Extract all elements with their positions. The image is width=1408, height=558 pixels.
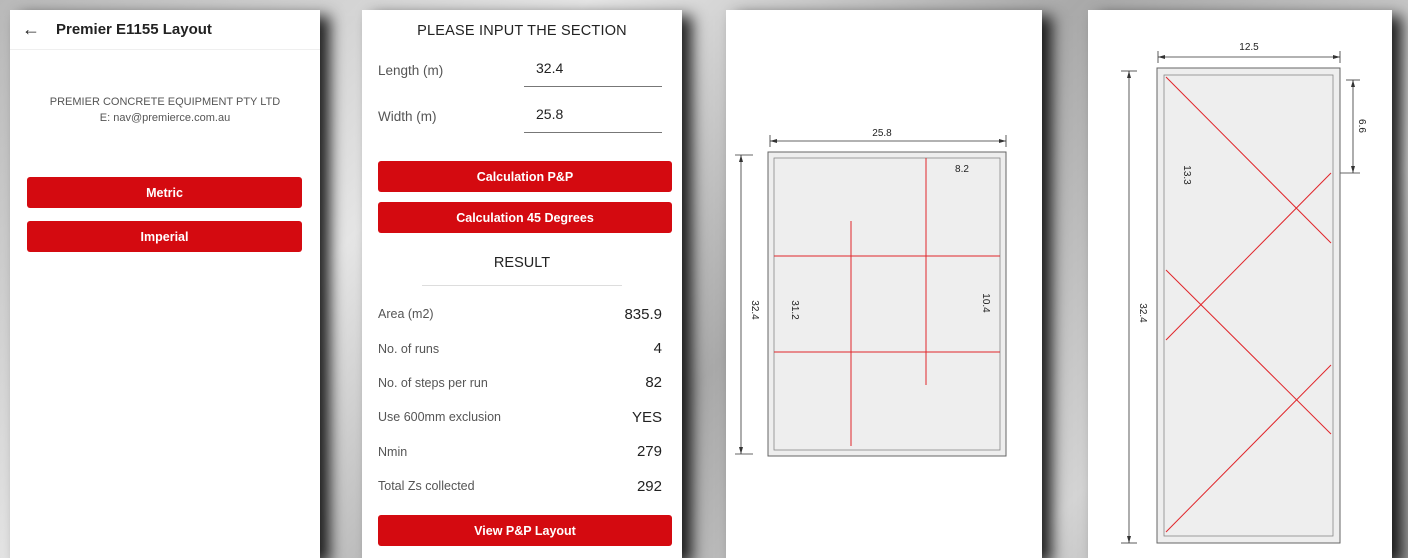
result-label: No. of runs xyxy=(378,341,440,356)
result-divider xyxy=(422,285,622,286)
metric-button[interactable]: Metric xyxy=(27,177,302,208)
result-value: 4 xyxy=(653,340,662,358)
result-row: Total Zs collected 292 xyxy=(378,469,662,503)
diagonal-layout-screen: 12.5 32.4 13.3 6.6 xyxy=(1088,10,1392,558)
diagonal-layout-drawing: 12.5 32.4 13.3 6.6 xyxy=(1121,42,1367,544)
step-dimension: 8.2 xyxy=(955,164,969,175)
result-value: 835.9 xyxy=(624,305,662,323)
imperial-button[interactable]: Imperial xyxy=(27,221,302,252)
run-spacing-dimension: 10.4 xyxy=(980,293,991,313)
result-row: Nmin 279 xyxy=(378,435,662,469)
width-row: Width (m) xyxy=(362,87,682,133)
length-dimension: 32.4 xyxy=(1137,303,1148,323)
result-row: No. of steps per run 82 xyxy=(378,366,662,400)
result-label: No. of steps per run xyxy=(378,375,488,390)
section-heading: PLEASE INPUT THE SECTION xyxy=(417,23,627,39)
app-bar: ← Premier E1155 Layout xyxy=(10,10,320,50)
pp-layout-screen: 25.8 8.2 32.4 31.2 10.4 xyxy=(726,10,1042,558)
result-row: Use 600mm exclusion YES xyxy=(378,400,662,434)
result-label: Area (m2) xyxy=(378,307,434,322)
result-value: 292 xyxy=(636,477,662,495)
calculation-pp-button[interactable]: Calculation P&P xyxy=(378,161,672,192)
length-row: Length (m) xyxy=(362,41,682,87)
result-row: No. of runs 4 xyxy=(378,331,662,365)
length-dimension: 32.4 xyxy=(749,300,760,320)
width-dimension: 12.5 xyxy=(1239,42,1259,53)
result-value: 82 xyxy=(645,374,662,392)
result-list: Area (m2) 835.9 No. of runs 4 No. of ste… xyxy=(362,297,682,503)
calculator-screen: PLEASE INPUT THE SECTION Length (m) Widt… xyxy=(362,10,682,558)
width-dimension: 25.8 xyxy=(872,128,892,139)
view-layout-button[interactable]: View P&P Layout xyxy=(378,515,672,546)
result-label: Use 600mm exclusion xyxy=(378,410,501,425)
width-label: Width (m) xyxy=(378,109,437,124)
width-input[interactable] xyxy=(524,106,662,133)
calculation-45-button[interactable]: Calculation 45 Degrees xyxy=(378,202,672,233)
result-label: Nmin xyxy=(378,444,408,459)
result-value: 279 xyxy=(636,443,662,461)
company-info: PREMIER CONCRETE EQUIPMENT PTY LTD E: na… xyxy=(10,94,320,126)
company-email: E: nav@premierce.com.au xyxy=(99,112,231,124)
page-title: Premier E1155 Layout xyxy=(56,21,212,38)
length-input[interactable] xyxy=(524,60,662,87)
company-name: PREMIER CONCRETE EQUIPMENT PTY LTD xyxy=(49,96,281,108)
offset-dimension: 6.6 xyxy=(1356,119,1367,133)
length-label: Length (m) xyxy=(378,63,444,78)
result-label: Total Zs collected xyxy=(378,479,475,494)
back-arrow-icon[interactable]: ← xyxy=(22,19,56,40)
result-title: RESULT xyxy=(493,255,551,271)
result-value: YES xyxy=(631,408,662,426)
home-screen: ← Premier E1155 Layout PREMIER CONCRETE … xyxy=(10,10,320,558)
result-row: Area (m2) 835.9 xyxy=(378,297,662,331)
pp-layout-drawing: 25.8 8.2 32.4 31.2 10.4 xyxy=(735,128,1007,457)
spacing-dimension: 13.3 xyxy=(1181,165,1192,185)
inner-length-dimension: 31.2 xyxy=(789,300,800,320)
